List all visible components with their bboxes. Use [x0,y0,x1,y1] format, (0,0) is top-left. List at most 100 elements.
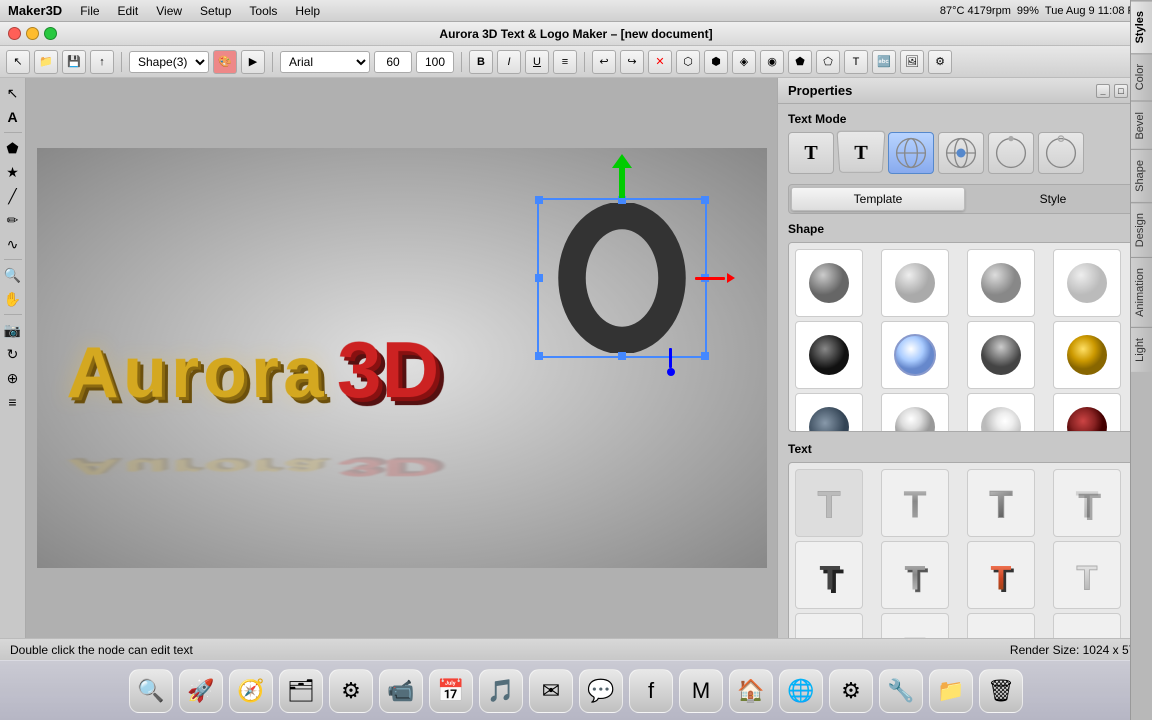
dock-calendar[interactable]: 📅 [429,669,473,713]
text-style-11[interactable]: T [1053,613,1121,638]
dock-safari[interactable]: 🧭 [229,669,273,713]
tool-3d-4[interactable]: ◉ [760,50,784,74]
shape-item-7[interactable] [1053,321,1121,389]
props-maximize-btn[interactable]: □ [1114,84,1128,98]
tool-delete[interactable]: ✕ [648,50,672,74]
bold-button[interactable]: B [469,50,493,74]
tool-camera[interactable]: 📷 [2,319,24,341]
text-style-3[interactable]: T T [1053,469,1121,537]
right-tab-animation[interactable]: Animation [1131,257,1152,327]
tool-misc2[interactable]: ≡ [2,391,24,413]
shape-item-8[interactable] [795,393,863,432]
shape-item-1[interactable] [881,249,949,317]
shape-select[interactable]: Shape(3) Shape(1) Shape(2) [129,51,209,73]
text-style-5[interactable]: T T [881,541,949,609]
dock-sys3[interactable]: 📁 [929,669,973,713]
dock-apps[interactable]: 🗂 [279,669,323,713]
handle-br[interactable] [701,352,709,360]
dock-skype[interactable]: 💬 [579,669,623,713]
menu-setup[interactable]: Setup [192,2,239,20]
tool-save[interactable]: 💾 [62,50,86,74]
tool-export[interactable]: ↑ [90,50,114,74]
tool-play[interactable]: ▶ [241,50,265,74]
tool-settings[interactable]: ⚙ [928,50,952,74]
menu-edit[interactable]: Edit [110,2,147,20]
tool-shape[interactable]: ⬟ [2,137,24,159]
dock-fb[interactable]: f [629,669,673,713]
tool-3d-2[interactable]: ⬢ [704,50,728,74]
handle-bm[interactable] [618,352,626,360]
dock-finder[interactable]: 🔍 [129,669,173,713]
shape-item-4[interactable] [795,321,863,389]
handle-lm[interactable] [535,274,543,282]
handle-tl[interactable] [535,196,543,204]
tool-color[interactable]: 🎨 [213,50,237,74]
text-style-2[interactable]: T [967,469,1035,537]
align-left-button[interactable]: ≡ [553,50,577,74]
dock-sys1[interactable]: ⚙ [829,669,873,713]
dock-safari2[interactable]: 🌐 [779,669,823,713]
template-tab[interactable]: Template [791,187,965,211]
right-tab-bevel[interactable]: Bevel [1131,104,1152,149]
tool-3d-7[interactable]: T [844,50,868,74]
shape-item-9[interactable] [881,393,949,432]
tool-pencil[interactable]: ✏ [2,209,24,231]
mode-btn-raised[interactable]: T [837,131,886,173]
shape-item-10[interactable] [967,393,1035,432]
handle-bl[interactable] [535,352,543,360]
shape-item-6[interactable] [967,321,1035,389]
maximize-button[interactable] [44,27,57,40]
tool-img[interactable]: 🖼 [900,50,924,74]
shape-item-11[interactable] [1053,393,1121,432]
dock-launchpad[interactable]: 🚀 [179,669,223,713]
aurora-text[interactable]: Aurora [65,333,327,415]
text-style-6[interactable]: T T [967,541,1035,609]
dock-m1[interactable]: M [679,669,723,713]
dock-mail[interactable]: ✉ [529,669,573,713]
style-tab[interactable]: Style [967,187,1139,211]
tool-pointer[interactable]: ↖ [2,82,24,104]
menu-help[interactable]: Help [287,2,328,20]
shape-item-2[interactable] [967,249,1035,317]
right-tab-design[interactable]: Design [1131,202,1152,257]
mode-btn-sphere[interactable] [888,132,934,174]
menu-view[interactable]: View [148,2,190,20]
tool-select[interactable]: ↖ [6,50,30,74]
canvas-area[interactable]: Aurora 3D Aurora 3D [26,78,777,638]
shape-item-5[interactable] [881,321,949,389]
tool-zoom[interactable]: 🔍 [2,264,24,286]
mode-btn-wave[interactable] [988,132,1034,174]
right-tab-shape[interactable]: Shape [1131,149,1152,202]
underline-button[interactable]: U [525,50,549,74]
selected-object[interactable] [537,198,707,358]
tool-redo[interactable]: ↪ [620,50,644,74]
text-style-1[interactable]: T [881,469,949,537]
tool-3d-6[interactable]: ⬠ [816,50,840,74]
text-style-7[interactable]: T [1053,541,1121,609]
right-tab-light[interactable]: Light [1131,327,1152,372]
dock-itunes[interactable]: 🎵 [479,669,523,713]
dock-trash[interactable]: 🗑 [979,669,1023,713]
italic-button[interactable]: I [497,50,521,74]
props-minimize-btn[interactable]: _ [1096,84,1110,98]
dock-sys2[interactable]: 🔧 [879,669,923,713]
shape-item-0[interactable] [795,249,863,317]
menu-file[interactable]: File [72,2,107,20]
font-size-input[interactable] [374,51,412,73]
tool-star[interactable]: ★ [2,161,24,183]
dock-facetime[interactable]: 📹 [379,669,423,713]
tool-text[interactable]: A [2,106,24,128]
tool-3d-5[interactable]: ⬟ [788,50,812,74]
tool-undo[interactable]: ↩ [592,50,616,74]
mode-btn-3d[interactable] [1038,132,1084,174]
minimize-button[interactable] [26,27,39,40]
tool-misc1[interactable]: ⊕ [2,367,24,389]
handle-tr[interactable] [701,196,709,204]
text-style-4[interactable]: T T [795,541,863,609]
tool-hand[interactable]: ✋ [2,288,24,310]
text-style-0[interactable]: T [795,469,863,537]
tool-3d-8[interactable]: 🔤 [872,50,896,74]
mode-btn-arc[interactable] [938,132,984,174]
font-width-input[interactable] [416,51,454,73]
tool-bezier[interactable]: ∿ [2,233,24,255]
